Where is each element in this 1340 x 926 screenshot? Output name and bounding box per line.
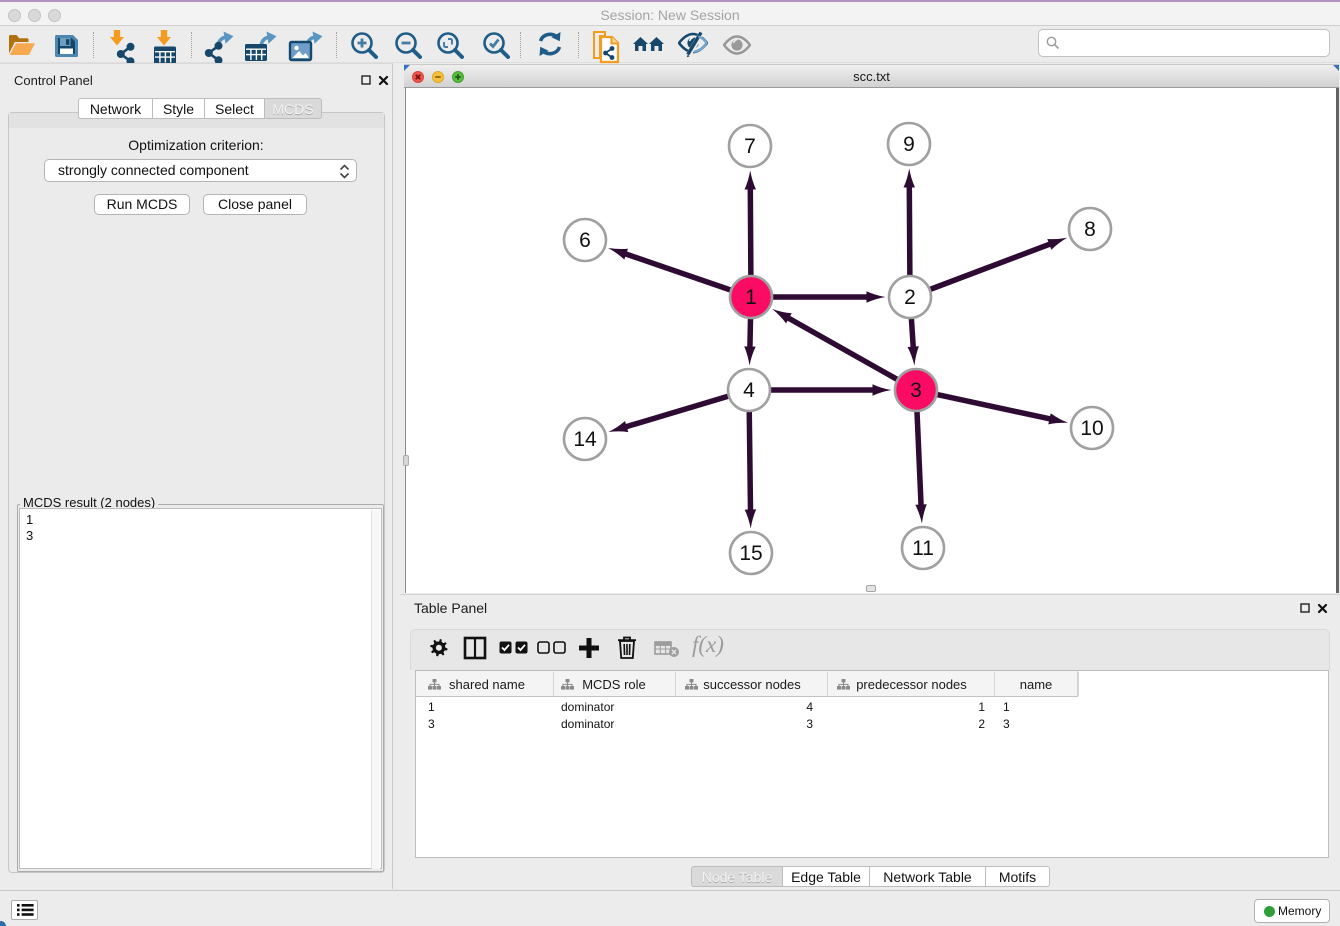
svg-text:6: 6 (579, 229, 591, 252)
svg-text:15: 15 (739, 542, 762, 565)
svg-text:9: 9 (903, 133, 915, 156)
svg-text:3: 3 (910, 379, 922, 402)
svg-text:10: 10 (1080, 417, 1103, 440)
svg-text:1: 1 (745, 286, 757, 309)
svg-text:11: 11 (912, 537, 934, 560)
svg-text:8: 8 (1084, 218, 1096, 241)
svg-text:4: 4 (743, 379, 755, 402)
svg-text:14: 14 (573, 428, 597, 451)
svg-text:7: 7 (744, 135, 756, 158)
svg-text:2: 2 (904, 286, 916, 309)
